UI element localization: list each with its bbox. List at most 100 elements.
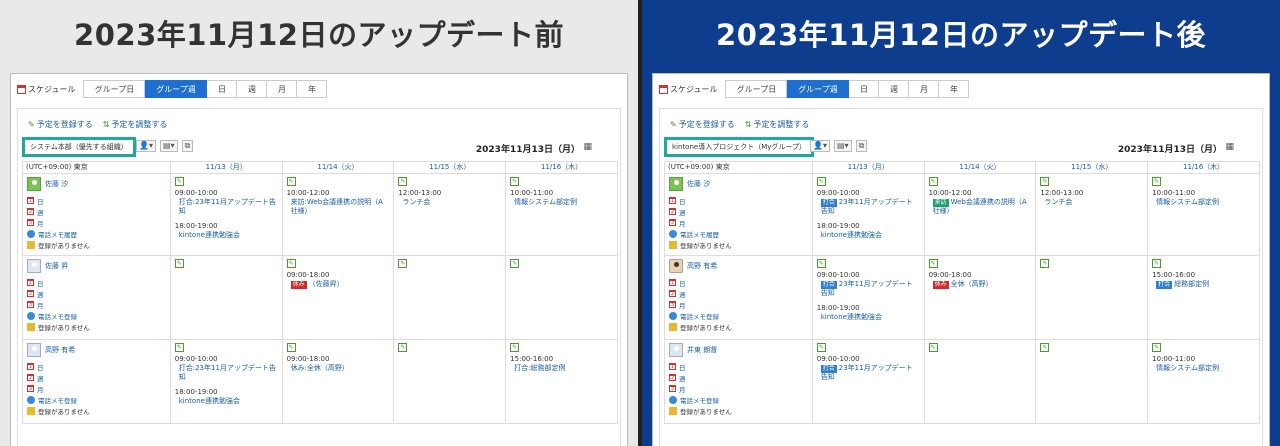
day-cell[interactable]: ✎ 09:00-10:00 打合 23年11月アップデート告知 18:00-19:00 k… (811, 255, 925, 340)
event-item[interactable]: 09:00-18:00 休み:全休（高野） (287, 355, 390, 373)
event-item[interactable]: 09:00-18:00 休み （佐藤昇） (287, 271, 390, 289)
new-entry-icon[interactable]: ✎ (1152, 177, 1162, 186)
user-select-icon[interactable]: 👤▾ (810, 140, 830, 152)
user-name-link[interactable]: 井東 朗督 (669, 343, 808, 357)
new-entry-icon[interactable]: ✎ (928, 177, 938, 186)
tab-3[interactable]: 週 (237, 80, 268, 98)
tab-1[interactable]: グループ週 (145, 80, 208, 98)
new-entry-icon[interactable]: ✎ (174, 259, 184, 268)
new-entry-icon[interactable]: ✎ (1152, 259, 1162, 268)
user-name-link[interactable]: 佐藤 汐 (669, 177, 808, 191)
day-cell[interactable]: ✎ (505, 255, 618, 340)
new-entry-icon[interactable]: ✎ (816, 177, 826, 186)
day-cell[interactable]: ✎ (393, 339, 507, 424)
event-item[interactable]: 18:00-19:00 kintone連携勉強会 (817, 222, 920, 240)
event-item[interactable]: 15:00-16:00 打合 総務部定例 (1152, 271, 1255, 289)
new-entry-icon[interactable]: ✎ (398, 343, 408, 352)
day-cell[interactable]: ✎ 15:00-16:00 打合:総務部定例 (505, 339, 618, 424)
event-item[interactable]: 09:00-10:00 打合 23年11月アップデート告知 (817, 189, 920, 216)
new-entry-icon[interactable]: ✎ (1152, 343, 1162, 352)
user-link[interactable]: 1日 (27, 277, 166, 288)
user-name-link[interactable]: 佐藤 昇 (27, 259, 166, 273)
day-cell[interactable]: ✎ 10:00-11:00 情報システム部定例 (1147, 339, 1260, 424)
new-entry-icon[interactable]: ✎ (928, 343, 938, 352)
group-selector[interactable]: システム本部（優先する組織） (22, 137, 136, 157)
day-cell[interactable]: ✎ 10:00-11:00 情報システム部定例 (505, 173, 618, 256)
event-item[interactable]: 09:00-18:00 休み 全休（高野） (929, 271, 1032, 289)
tab-5[interactable]: 年 (939, 80, 970, 98)
copy-icon[interactable]: ⧉ (181, 140, 194, 152)
add-schedule-link[interactable]: ✎ 予定を登録する (670, 119, 735, 130)
event-item[interactable]: 18:00-19:00 kintone連携勉強会 (175, 222, 278, 240)
tab-4[interactable]: 月 (267, 80, 298, 98)
new-entry-icon[interactable]: ✎ (286, 343, 296, 352)
new-entry-icon[interactable]: ✎ (1040, 259, 1050, 268)
event-item[interactable]: 09:00-10:00 打合 23年11月アップデート告知 (817, 355, 920, 382)
user-link[interactable]: 2週 (27, 288, 166, 299)
day-cell[interactable]: ✎ 09:00-10:00 打合:23年11月アップデート告知 18:00-19:00… (169, 173, 283, 256)
day-cell[interactable]: ✎ 09:00-18:00 休み 全休（高野） (923, 255, 1037, 340)
user-link[interactable]: 2週 (669, 288, 808, 299)
user-link[interactable]: 2週 (27, 206, 166, 217)
day-cell[interactable]: ✎ 09:00-18:00 休み:全休（高野） (281, 339, 395, 424)
user-link[interactable]: 3月 (27, 299, 166, 310)
tab-3[interactable]: 週 (879, 80, 910, 98)
new-entry-icon[interactable]: ✎ (174, 177, 184, 186)
new-entry-icon[interactable]: ✎ (510, 177, 520, 186)
new-entry-icon[interactable]: ✎ (816, 259, 826, 268)
user-select-icon[interactable]: 👤▾ (136, 140, 156, 152)
event-item[interactable]: 09:00-10:00 打合:23年11月アップデート告知 (175, 355, 278, 382)
day-cell[interactable]: ✎ 10:00-12:00 来訪 Web会議連携の説明（A社様） (923, 173, 1037, 256)
user-link[interactable]: 電話メモ履歴 (669, 228, 808, 239)
event-item[interactable]: 10:00-11:00 情報システム部定例 (1152, 355, 1255, 373)
new-entry-icon[interactable]: ✎ (1040, 177, 1050, 186)
user-link[interactable]: 2週 (27, 372, 166, 383)
user-link[interactable]: 電話メモ登録 (27, 310, 166, 321)
event-item[interactable]: 10:00-11:00 情報システム部定例 (1152, 189, 1255, 207)
user-link[interactable]: 1日 (27, 195, 166, 206)
user-name-link[interactable]: 高野 有希 (669, 259, 808, 273)
date-picker-icon[interactable]: ▦ (583, 142, 592, 152)
new-entry-icon[interactable]: ✎ (816, 343, 826, 352)
new-entry-icon[interactable]: ✎ (1040, 343, 1050, 352)
day-cell[interactable]: ✎ 09:00-10:00 打合 23年11月アップデート告知 18:00-19:00 k… (811, 173, 925, 256)
day-cell[interactable]: ✎ (169, 255, 283, 340)
tab-4[interactable]: 月 (909, 80, 940, 98)
event-item[interactable]: 15:00-16:00 打合:総務部定例 (510, 355, 613, 373)
day-cell[interactable]: ✎ 10:00-11:00 情報システム部定例 (1147, 173, 1260, 256)
user-link[interactable]: 1日 (669, 195, 808, 206)
tab-2[interactable]: 日 (207, 80, 238, 98)
facility-select-icon[interactable]: ▤▾ (833, 140, 852, 152)
day-cell[interactable]: ✎ 09:00-10:00 打合:23年11月アップデート告知 18:00-19:00… (169, 339, 283, 424)
user-name-link[interactable]: 佐藤 汐 (27, 177, 166, 191)
day-cell[interactable]: ✎ 12:00-13:00 ランチ会 (1035, 173, 1149, 256)
new-entry-icon[interactable]: ✎ (510, 259, 520, 268)
group-selector[interactable]: kintone導入プロジェクト（Myグループ） (664, 137, 814, 157)
new-entry-icon[interactable]: ✎ (286, 259, 296, 268)
day-cell[interactable]: ✎ 12:00-13:00 ランチ会 (393, 173, 507, 256)
day-cell[interactable]: ✎ (923, 339, 1037, 424)
user-link[interactable]: 3月 (27, 217, 166, 228)
user-link[interactable]: 3月 (27, 383, 166, 394)
day-cell[interactable]: ✎ (1035, 255, 1149, 340)
day-cell[interactable]: ✎ 09:00-10:00 打合 23年11月アップデート告知 (811, 339, 925, 424)
user-link[interactable]: 電話メモ登録 (669, 394, 808, 405)
day-cell[interactable]: ✎ 09:00-18:00 休み （佐藤昇） (281, 255, 395, 340)
copy-icon[interactable]: ⧉ (855, 140, 868, 152)
event-item[interactable]: 12:00-13:00 ランチ会 (1040, 189, 1143, 207)
day-cell[interactable]: ✎ (1035, 339, 1149, 424)
new-entry-icon[interactable]: ✎ (398, 177, 408, 186)
day-cell[interactable]: ✎ (393, 255, 507, 340)
new-entry-icon[interactable]: ✎ (510, 343, 520, 352)
event-item[interactable]: 10:00-11:00 情報システム部定例 (510, 189, 613, 207)
user-link[interactable]: 1日 (669, 277, 808, 288)
add-schedule-link[interactable]: ✎ 予定を登録する (28, 119, 93, 130)
new-entry-icon[interactable]: ✎ (398, 259, 408, 268)
tab-0[interactable]: グループ日 (725, 80, 788, 98)
tab-5[interactable]: 年 (297, 80, 328, 98)
day-cell[interactable]: ✎ 15:00-16:00 打合 総務部定例 (1147, 255, 1260, 340)
event-item[interactable]: 10:00-12:00 来訪 Web会議連携の説明（A社様） (929, 189, 1032, 216)
user-link[interactable]: 電話メモ登録 (27, 394, 166, 405)
facility-select-icon[interactable]: ▤▾ (159, 140, 178, 152)
event-item[interactable]: 18:00-19:00 kintone連携勉強会 (175, 388, 278, 406)
